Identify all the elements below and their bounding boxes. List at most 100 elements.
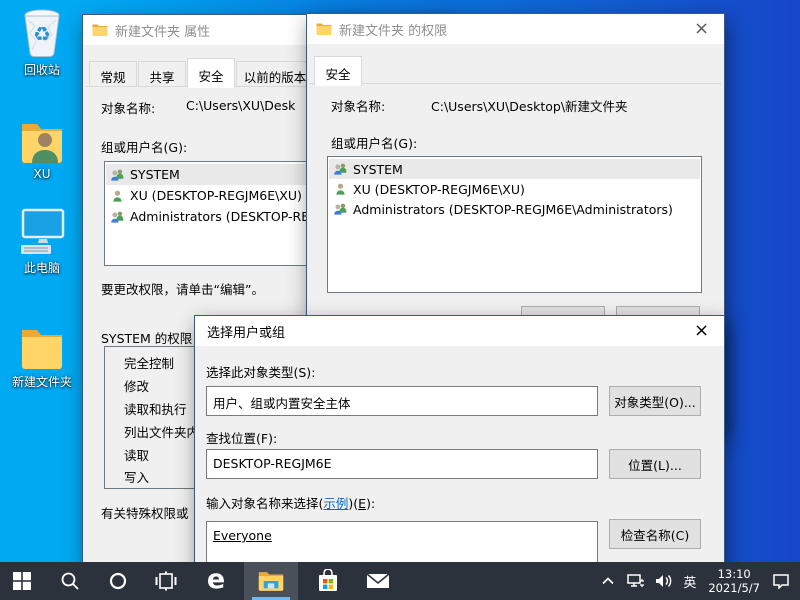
search-icon — [60, 571, 80, 591]
dialog-title: 新建文件夹 的权限 — [339, 20, 447, 39]
cortana-icon — [108, 571, 128, 591]
tab-previous-versions[interactable]: 以前的版本 — [236, 61, 314, 87]
examples-link[interactable]: 示例 — [323, 496, 348, 511]
object-type-label: 选择此对象类型(S): — [206, 362, 315, 381]
system-tray: 英 13:10 2021/5/7 — [595, 562, 800, 600]
special-permissions-hint: 有关特殊权限或 — [101, 503, 189, 522]
folder-icon — [316, 22, 332, 36]
group-icon — [333, 162, 348, 176]
store-icon — [317, 569, 339, 593]
tab-security[interactable]: 安全 — [187, 58, 235, 88]
user-folder-icon — [4, 112, 80, 164]
edit-permissions-hint: 要更改权限，请单击“编辑”。 — [101, 279, 264, 298]
user-icon — [110, 189, 125, 203]
group-icon — [110, 168, 125, 182]
file-explorer-button[interactable] — [244, 562, 298, 600]
desktop-icon-label: 此电脑 — [4, 259, 80, 276]
folder-icon — [92, 23, 108, 37]
object-type-field[interactable]: 用户、组或内置安全主体 — [206, 386, 598, 416]
tray-chevron-up-icon[interactable] — [595, 562, 621, 600]
list-item-label: Administrators (DESKTOP-REGJM6E\Administ… — [353, 202, 673, 217]
desktop-icon-label: 回收站 — [4, 61, 80, 78]
file-explorer-icon — [258, 570, 284, 592]
check-names-button[interactable]: 检查名称(C) — [609, 519, 701, 549]
close-icon[interactable]: × — [679, 14, 724, 43]
volume-icon[interactable] — [651, 562, 677, 600]
group-user-list[interactable]: SYSTEM XU (DESKTOP-REGJM6E\XU) Administr… — [327, 156, 702, 293]
folder-icon — [4, 318, 80, 370]
ime-indicator[interactable]: 英 — [679, 572, 700, 591]
clock-time: 13:10 — [708, 567, 760, 581]
object-name-label: 对象名称: — [101, 98, 155, 117]
list-item-label: SYSTEM — [353, 162, 403, 177]
cortana-button[interactable] — [96, 562, 140, 600]
clock-date: 2021/5/7 — [708, 581, 760, 595]
object-name-value: C:\Users\XU\Desktop\新建文件夹 — [431, 96, 628, 115]
computer-icon — [4, 204, 80, 256]
edge-button[interactable]: e — [194, 562, 238, 600]
permissions-header: SYSTEM 的权限 — [101, 328, 192, 347]
task-view-icon — [155, 571, 177, 591]
search-button[interactable] — [48, 562, 92, 600]
desktop-icon-xu[interactable]: XU — [4, 112, 80, 181]
desktop-icon-new-folder[interactable]: 新建文件夹 — [4, 318, 80, 390]
group-icon — [110, 210, 125, 224]
tab-general[interactable]: 常规 — [89, 61, 137, 87]
group-icon — [333, 202, 348, 216]
task-view-button[interactable] — [144, 562, 188, 600]
list-item-label: XU (DESKTOP-REGJM6E\XU) — [353, 182, 525, 197]
close-icon[interactable]: × — [679, 316, 724, 345]
object-types-button[interactable]: 对象类型(O)... — [609, 386, 701, 416]
list-item-label: XU (DESKTOP-REGJM6E\XU) — [130, 188, 302, 203]
access-key: E — [358, 496, 366, 511]
list-item-xu[interactable]: XU (DESKTOP-REGJM6E\XU) — [329, 179, 700, 199]
taskbar: e — [0, 562, 800, 600]
list-item-system[interactable]: SYSTEM — [329, 159, 700, 179]
object-name-label: 对象名称: — [331, 96, 385, 115]
object-name-value: C:\Users\XU\Desk — [186, 98, 295, 113]
enter-names-label-suffix: ): — [366, 496, 375, 511]
object-name-entry: Everyone — [213, 528, 272, 543]
desktop-icon-this-pc[interactable]: 此电脑 — [4, 204, 80, 276]
network-icon[interactable] — [623, 562, 649, 600]
list-item-label: SYSTEM — [130, 167, 180, 182]
enter-names-label-mid: )( — [348, 496, 358, 511]
list-item-administrators[interactable]: Administrators (DESKTOP-REGJM6E\Administ… — [329, 199, 700, 219]
desktop-icon-label: XU — [4, 167, 80, 181]
permission-read-execute: 读取和执行 — [124, 399, 187, 418]
windows-logo-icon — [13, 572, 31, 590]
tab-security[interactable]: 安全 — [314, 56, 362, 86]
permission-write: 写入 — [124, 467, 149, 486]
permission-modify: 修改 — [124, 376, 149, 395]
location-field[interactable]: DESKTOP-REGJM6E — [206, 449, 598, 479]
edge-icon: e — [207, 566, 225, 593]
clock[interactable]: 13:10 2021/5/7 — [702, 567, 766, 596]
permission-read: 读取 — [124, 445, 149, 464]
permissions-dialog-titlebar[interactable]: 新建文件夹 的权限 — [307, 14, 724, 44]
select-users-dialog-titlebar[interactable]: 选择用户或组 — [195, 316, 724, 346]
action-center-button[interactable] — [768, 562, 794, 600]
store-button[interactable] — [306, 562, 350, 600]
svg-text:♻: ♻ — [33, 22, 51, 46]
desktop-icon-recycle-bin[interactable]: ♻ 回收站 — [4, 6, 80, 78]
dialog-title: 新建文件夹 属性 — [115, 21, 210, 40]
mail-icon — [366, 571, 390, 591]
enter-names-label-prefix: 输入对象名称来选择( — [206, 496, 323, 511]
action-center-icon — [772, 573, 790, 589]
dialog-title: 选择用户或组 — [207, 322, 285, 341]
mail-button[interactable] — [356, 562, 400, 600]
location-label: 查找位置(F): — [206, 428, 277, 447]
recycle-bin-icon: ♻ — [4, 6, 80, 58]
enter-names-label: 输入对象名称来选择(示例)(E): — [206, 493, 375, 512]
permission-full-control: 完全控制 — [124, 353, 174, 372]
start-button[interactable] — [0, 562, 44, 600]
tab-sharing[interactable]: 共享 — [138, 61, 186, 87]
user-icon — [333, 182, 348, 196]
group-user-label: 组或用户名(G): — [331, 133, 417, 152]
desktop: ♻ 回收站 XU 此电脑 — [0, 0, 800, 600]
desktop-icon-label: 新建文件夹 — [4, 373, 80, 390]
list-item-label: Administrators (DESKTOP-REG — [130, 209, 319, 224]
group-user-label: 组或用户名(G): — [101, 137, 187, 156]
locations-button[interactable]: 位置(L)... — [609, 449, 701, 479]
select-users-dialog: 选择用户或组 × 选择此对象类型(S): 用户、组或内置安全主体 对象类型(O)… — [194, 315, 725, 600]
